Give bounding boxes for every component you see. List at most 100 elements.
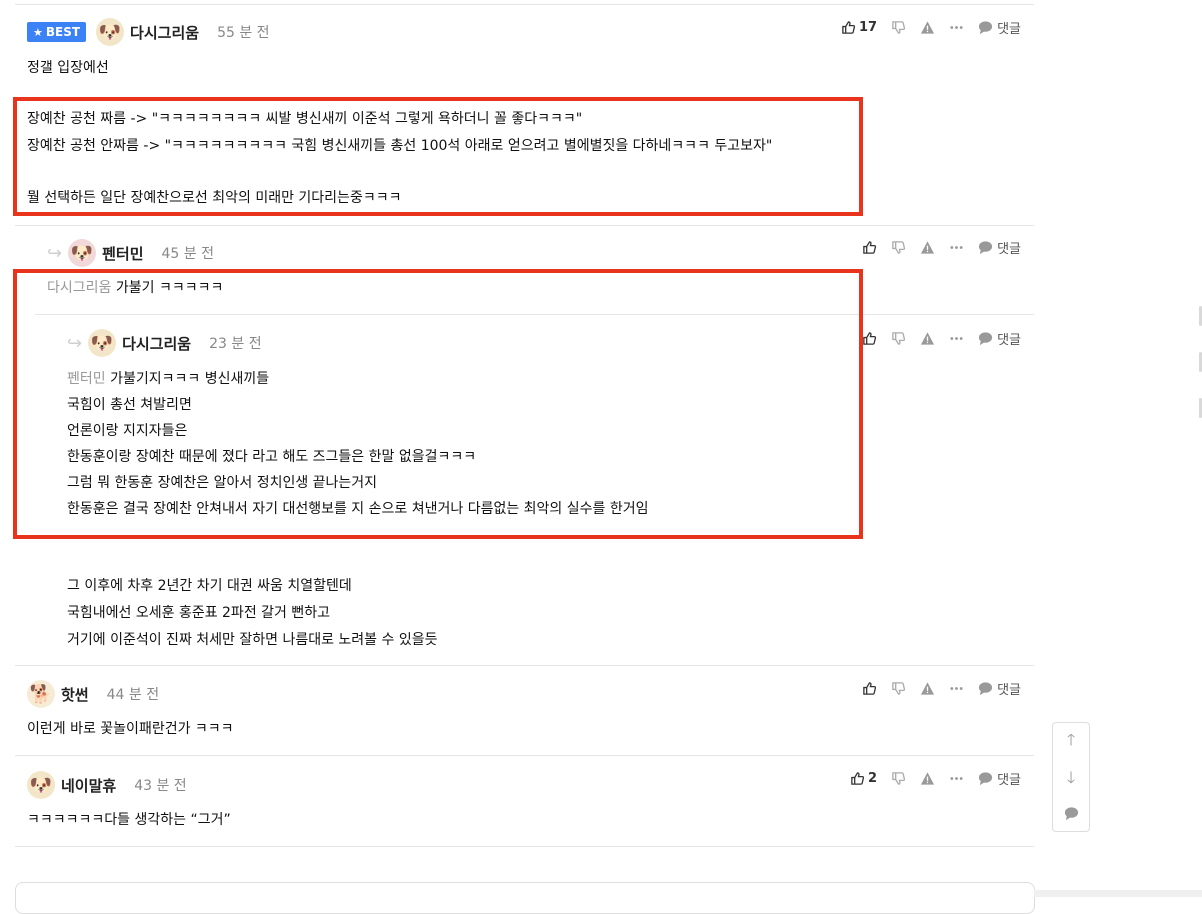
thumbs-down-icon: [892, 20, 906, 34]
dislike-button[interactable]: [891, 240, 906, 255]
divider: [15, 846, 1034, 847]
comment-text-line: 장예찬 공천 안짜름 -> "ㅋㅋㅋㅋㅋㅋㅋㅋㅋ 국힘 병신새끼들 총선 100…: [27, 138, 773, 154]
best-badge: ★ BEST: [27, 22, 87, 42]
author-name[interactable]: 펜터민: [102, 243, 143, 264]
speech-bubble-icon: [979, 240, 993, 254]
avatar[interactable]: 🐶: [88, 329, 117, 357]
thumbs-up-icon: [842, 20, 856, 34]
comment-text-line: 한동훈이랑 장예찬 때문에 졌다 라고 해도 즈그들은 한말 없을걸ㅋㅋㅋ: [67, 449, 477, 465]
report-button[interactable]: [920, 331, 935, 346]
report-button[interactable]: [920, 20, 935, 35]
avatar[interactable]: 🐕: [27, 680, 55, 708]
comment-header: 🐶 네이말휴 43 분 전: [27, 771, 187, 799]
comment-time: 23 분 전: [209, 336, 262, 352]
warning-icon: [921, 331, 935, 345]
author-name[interactable]: 다시그리움: [130, 22, 199, 43]
more-icon: [950, 25, 963, 29]
reply-label: 댓글: [997, 332, 1021, 348]
report-button[interactable]: [920, 240, 935, 255]
reply-button[interactable]: 댓글: [978, 18, 1021, 37]
divider: [15, 4, 1034, 5]
more-icon: [950, 776, 963, 780]
comment-text-line: 그 이후에 차후 2년간 차기 대권 싸움 치열할텐데: [67, 578, 352, 594]
reply-arrow-icon: ↪: [67, 332, 83, 354]
like-button[interactable]: 17: [841, 20, 877, 35]
like-count: 17: [858, 19, 878, 35]
reply-label: 댓글: [997, 772, 1021, 788]
comment-text-line: 장예찬 공천 짜름 -> "ㅋㅋㅋㅋㅋㅋㅋㅋ 씨발 병신새끼 이준석 그렇게 욕…: [27, 111, 583, 127]
comment-text: 가불기 ㅋㅋㅋㅋㅋ: [115, 280, 224, 296]
report-button[interactable]: [920, 681, 935, 696]
author-name[interactable]: 핫썬: [61, 684, 89, 705]
divider: [15, 755, 1034, 756]
reply-label: 댓글: [997, 21, 1021, 37]
thumbs-up-icon: [851, 771, 865, 785]
reply-button[interactable]: 댓글: [978, 238, 1021, 257]
like-button[interactable]: [862, 681, 877, 696]
thumbs-up-icon: [863, 331, 877, 345]
star-icon: ★: [33, 25, 43, 39]
comment-time: 44 분 전: [106, 687, 160, 703]
avatar[interactable]: 🐶: [68, 239, 97, 267]
reply-button[interactable]: 댓글: [978, 769, 1021, 788]
thumbs-down-icon: [892, 240, 906, 254]
best-badge-label: BEST: [45, 25, 81, 39]
comment-text-line: 한동훈은 결국 장예찬 안쳐내서 자기 대선행보를 지 손으로 쳐낸거나 다름없…: [67, 501, 649, 517]
like-button[interactable]: [862, 240, 877, 255]
comment-text-line: 이런게 바로 꽃놀이패란건가 ㅋㅋㅋ: [27, 721, 234, 737]
like-button[interactable]: [862, 331, 877, 346]
reply-arrow-icon: ↪: [47, 242, 63, 264]
comment-text-line: ㅋㅋㅋㅋㅋㅋ다들 생각하는 “그거”: [27, 812, 231, 828]
comment-text-line: 다시그리움 가불기 ㅋㅋㅋㅋㅋ: [47, 275, 223, 301]
mention[interactable]: 펜터민: [67, 371, 106, 387]
divider: [15, 225, 1034, 226]
warning-icon: [921, 681, 935, 695]
comment-bubble-icon[interactable]: [1064, 806, 1079, 825]
warning-icon: [921, 240, 935, 254]
comment-text-line: 거기에 이준석이 진짜 처세만 잘하면 나름대로 노려볼 수 있을듯: [67, 632, 438, 648]
comment-time: 43 분 전: [134, 778, 187, 794]
mention[interactable]: 다시그리움: [47, 280, 111, 296]
speech-bubble-icon: [979, 681, 993, 695]
dislike-button[interactable]: [891, 681, 906, 696]
dislike-button[interactable]: [891, 20, 906, 35]
reply-button[interactable]: 댓글: [978, 679, 1021, 698]
comment-actions: 2 댓글: [836, 769, 1021, 788]
more-button[interactable]: [949, 20, 964, 35]
comment-text-line: 펜터민 가불기지ㅋㅋㅋ 병신새끼들: [67, 366, 269, 392]
report-button[interactable]: [920, 771, 935, 786]
comment-input[interactable]: [15, 882, 1035, 914]
like-button[interactable]: 2: [850, 771, 877, 786]
avatar[interactable]: 🐶: [96, 18, 125, 46]
dislike-button[interactable]: [891, 331, 906, 346]
arrow-up-icon[interactable]: 🡑: [1067, 729, 1075, 756]
more-button[interactable]: [949, 240, 964, 255]
reply-label: 댓글: [997, 241, 1021, 257]
more-icon: [950, 245, 963, 249]
comment-actions: 17 댓글: [827, 18, 1021, 37]
comment-text-line: 정갤 입장에선: [27, 60, 109, 76]
divider: [35, 314, 1034, 315]
comment-header: ★ BEST 🐶 다시그리움 55 분 전: [27, 18, 270, 46]
author-name[interactable]: 네이말휴: [61, 775, 116, 796]
avatar[interactable]: 🐶: [27, 771, 55, 799]
thumbs-up-icon: [863, 681, 877, 695]
comment-time: 45 분 전: [161, 246, 214, 262]
author-name[interactable]: 다시그리움: [122, 333, 191, 354]
more-button[interactable]: [949, 771, 964, 786]
speech-bubble-icon: [979, 20, 993, 34]
like-count: 2: [868, 770, 878, 786]
speech-bubble-icon: [979, 771, 993, 785]
comment-text-line: 국힘내에선 오세훈 홍준표 2파전 갈거 뻔하고: [67, 605, 330, 621]
comment-time: 55 분 전: [217, 25, 270, 41]
comment-actions: 댓글: [848, 679, 1021, 698]
reply-label: 댓글: [997, 682, 1021, 698]
arrow-down-icon[interactable]: 🡓: [1067, 767, 1075, 794]
comment-text-line: 그럼 뭐 한동훈 장예찬은 알아서 정치인생 끝나는거지: [67, 475, 378, 491]
dislike-button[interactable]: [891, 771, 906, 786]
more-button[interactable]: [949, 331, 964, 346]
reply-button[interactable]: 댓글: [978, 329, 1021, 348]
warning-icon: [921, 771, 935, 785]
comment-text-line: 국힘이 총선 쳐발리면: [67, 397, 192, 413]
more-button[interactable]: [949, 681, 964, 696]
